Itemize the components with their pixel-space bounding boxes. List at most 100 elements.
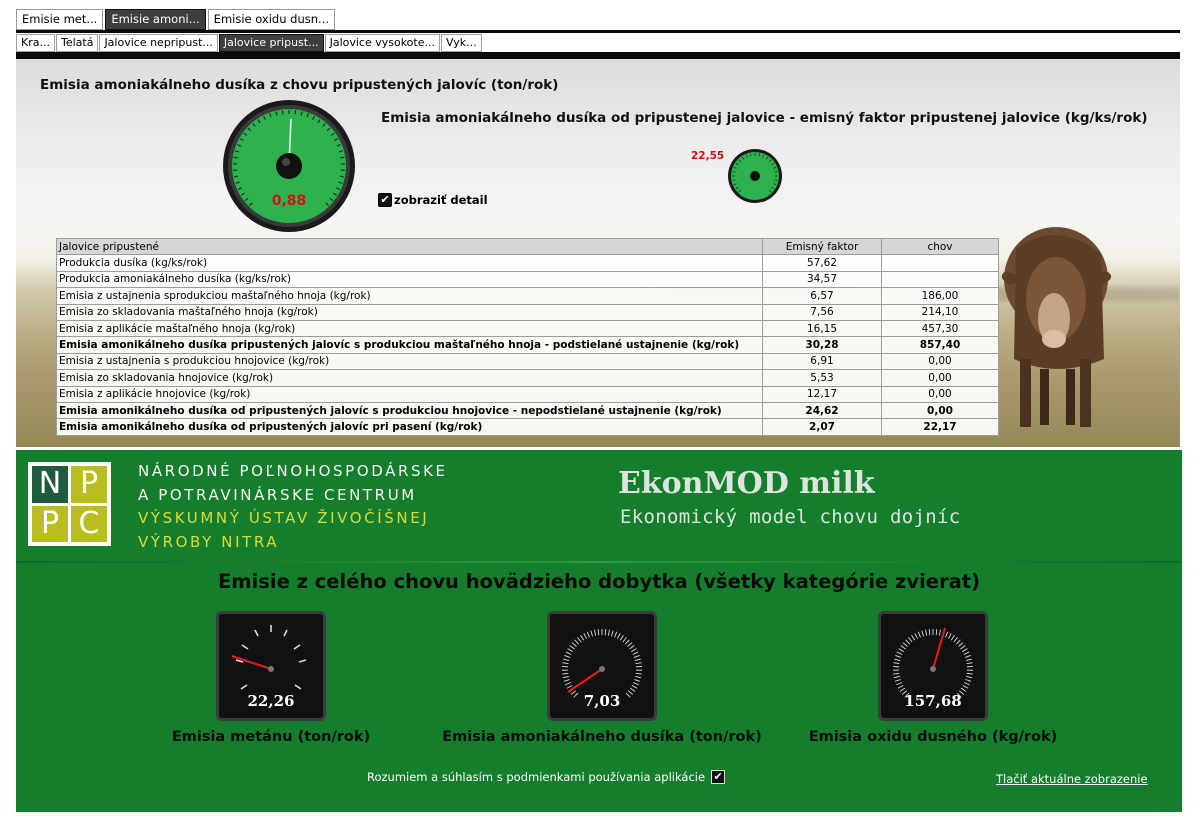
row-label: Emisia zo skladovania hnojovice (kg/rok) <box>56 369 763 387</box>
gauge-tick <box>597 629 600 636</box>
gauge-tick <box>925 629 928 636</box>
summary-title: Emisie z celého chovu hovädzieho dobytka… <box>217 570 980 593</box>
emission-factor-cell: 16,15 <box>762 319 882 338</box>
gauge-tick <box>953 637 958 643</box>
gauge-tick <box>631 648 637 653</box>
emission-factor-cell: 12,17 <box>762 385 882 403</box>
gauge-tick <box>619 634 624 641</box>
subtab-telata[interactable]: Telatá <box>55 34 99 52</box>
gauge-tick <box>594 629 597 636</box>
row-label: Emisia z aplikácie hnojovice (kg/rok) <box>56 385 763 403</box>
herd-cell: 0,00 <box>881 352 999 371</box>
column-header: chov <box>881 237 999 256</box>
herd-cell: 186,00 <box>881 287 999 305</box>
herd-cell <box>881 254 999 272</box>
gauge-tick <box>580 634 585 641</box>
gauge-tick <box>893 672 900 675</box>
nitrous-oxide-dial: 157,68 <box>878 611 988 721</box>
gauge-tick <box>567 648 573 653</box>
row-label: Emisia amonikálneho dusíka od pripustený… <box>56 401 763 420</box>
gauge-tick <box>963 651 970 655</box>
logo-letter: P <box>71 466 107 503</box>
row-label: Produkcia amoniakálneho dusíka (kg/ks/ro… <box>56 270 763 289</box>
subtab-kravy[interactable]: Kra... <box>16 34 55 52</box>
gauge-tick <box>614 631 618 638</box>
emission-factor-cell: 6,91 <box>762 352 882 371</box>
gauge-tick <box>590 630 593 637</box>
row-label: Emisia amonikálneho dusíka pripustených … <box>56 336 763 354</box>
gauge-tick <box>632 651 639 655</box>
org-line: NÁRODNÉ POĽNOHOSPODÁRSKE <box>138 462 448 480</box>
gauge-tick <box>894 658 901 661</box>
org-line: VÝROBY NITRA <box>138 532 280 551</box>
gauge-tick <box>914 633 918 639</box>
nitrous-oxide-value: 157,68 <box>904 692 962 710</box>
herd-cell: 0,00 <box>881 369 999 387</box>
gauge-tick <box>962 648 968 653</box>
gauge-tick <box>896 651 903 655</box>
gauge-tick <box>563 658 570 661</box>
table-row: Emisia amonikálneho dusíka pripustených … <box>56 336 999 354</box>
gauge-tick <box>629 645 635 650</box>
ammonia-dial: 7,03 <box>547 611 657 721</box>
gauge-tick <box>955 639 961 645</box>
organization-name: NÁRODNÉ POĽNOHOSPODÁRSKE A POTRAVINÁRSKE… <box>138 460 448 554</box>
gauge-tick <box>633 682 639 686</box>
gauge-tick <box>634 658 641 661</box>
herd-cell <box>881 270 999 289</box>
gauge-tick <box>902 642 908 647</box>
subtab-jalovice-nepripustene[interactable]: Jalovice nepripust... <box>99 34 218 52</box>
print-link[interactable]: Tlačiť aktuálne zobrazenie <box>996 772 1148 786</box>
emission-factor-cell: 34,57 <box>762 270 882 289</box>
gauge-tick <box>966 662 973 665</box>
org-line: VÝSKUMNÝ ÚSTAV ŽIVOČÍŠNEJ <box>138 509 430 527</box>
gauge-tick <box>897 684 904 689</box>
emission-factor-cell: 2,07 <box>762 418 882 436</box>
table-row: Emisia z ustajnenia s produkciou hnojovi… <box>56 352 999 371</box>
emission-factor-gauge <box>727 148 783 204</box>
gauge-tick <box>563 679 570 682</box>
terms-agreement[interactable]: Rozumiem a súhlasím s podmienkami použív… <box>367 770 726 784</box>
table-header-row: Jalovice pripustené Emisný faktor chov <box>56 237 999 256</box>
show-detail-label: zobraziť detail <box>394 193 488 207</box>
gauge-tick <box>960 687 967 692</box>
table-row: Produkcia amoniakálneho dusíka (kg/ks/ro… <box>56 270 999 289</box>
ammonia-value: 7,03 <box>583 692 621 710</box>
gauge-tick <box>631 684 638 689</box>
gauge-tick <box>607 629 610 636</box>
gauge-tick <box>938 629 941 636</box>
gauge-tick <box>965 679 972 682</box>
emission-factor-value: 22,55 <box>691 150 725 162</box>
subtab-jalovice-vysokoteln[interactable]: Jalovice vysokote... <box>324 34 440 52</box>
show-detail-checkbox[interactable]: ✔ zobraziť detail <box>378 193 488 207</box>
herd-cell: 214,10 <box>881 303 999 321</box>
gauge-tick <box>895 655 902 658</box>
subtab-jalovice-pripustene[interactable]: Jalovice pripust... <box>218 34 324 52</box>
subtab-vykrm[interactable]: Vyk... <box>441 34 482 52</box>
gauge-tick <box>908 637 913 643</box>
emission-factor-cell: 30,28 <box>762 336 882 354</box>
summary-section: N P P C NÁRODNÉ POĽNOHOSPODÁRSKE A POTRA… <box>16 450 1182 812</box>
emission-factor-cell: 5,53 <box>762 369 882 387</box>
gauge-tick <box>633 655 640 658</box>
gauge-tick <box>627 642 633 647</box>
herd-cell: 22,17 <box>881 418 999 436</box>
tab-emisie-amoniaku[interactable]: Emisie amoni... <box>105 9 206 30</box>
nitrous-oxide-label: Emisia oxidu dusného (kg/rok) <box>808 729 1058 745</box>
emission-factor-title: Emisia amoniakálneho dusíka od pripusten… <box>381 110 1148 126</box>
gauge-tick <box>958 642 964 647</box>
row-label: Emisia amonikálneho dusíka od pripustený… <box>56 418 763 436</box>
gauge-tick <box>564 655 571 658</box>
gauge-tick <box>965 658 972 661</box>
methane-dial: 22,26 <box>216 611 326 721</box>
gauge-tick <box>896 682 902 686</box>
gauge-tick <box>899 687 906 692</box>
checkbox-checked-icon[interactable]: ✔ <box>711 770 726 784</box>
checkbox-checked-icon[interactable]: ✔ <box>378 193 392 207</box>
gauge-tick <box>964 682 970 686</box>
nppc-logo: N P P C <box>28 462 111 546</box>
herd-cell: 457,30 <box>881 319 999 338</box>
gauge-tick <box>960 645 966 650</box>
tab-emisie-oxidu-dusneho[interactable]: Emisie oxidu dusn... <box>207 9 336 30</box>
tab-emisie-metanu[interactable]: Emisie met... <box>16 9 104 30</box>
